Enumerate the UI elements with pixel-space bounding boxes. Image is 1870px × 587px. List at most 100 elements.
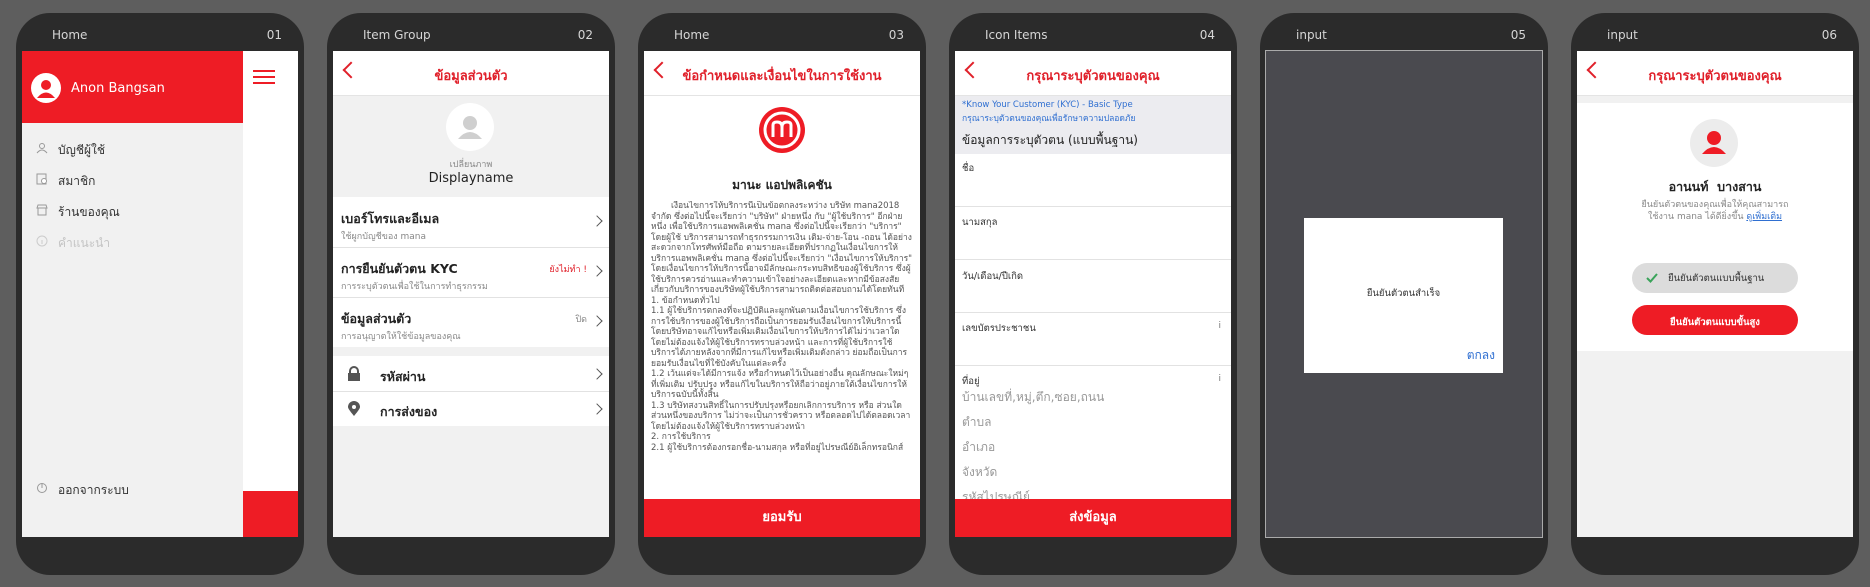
avatar [1690,119,1738,167]
field-label: วัน/เดือน/ปีเกิด [962,271,1024,282]
header: กรุณาระบุตัวตนของคุณ [955,51,1231,96]
field-label: เลขบัตรประชาชน [962,323,1036,334]
change-photo-link[interactable]: เปลี่ยนภาพ [333,157,609,171]
settings-row-phone-email[interactable]: เบอร์โทรและอีเมล ใช้ผูกบัญชีของ mana [333,197,609,247]
terms-paragraph: เงื่อนไขการให้บริการนี้เป็นข้อตกลงระหว่า… [651,201,913,295]
district-input[interactable]: อำเภอ [962,438,995,457]
store-icon [36,204,48,216]
page-title: กรุณาระบุตัวตนของคุณ [1648,69,1782,84]
drawer-item-label: บัญชีผู้ใช้ [58,143,106,157]
field-label: ที่อยู่ [962,376,980,387]
chevron-right-icon [591,315,603,327]
profile-avatar[interactable] [446,103,494,151]
settings-row-personal-info[interactable]: ข้อมูลส่วนตัว การอนุญาตให้ใช้ข้อมูลของคุ… [333,297,609,347]
chevron-right-icon [591,265,603,277]
province-input[interactable]: จังหวัด [962,463,997,482]
drawer-item-label: ร้านของคุณ [58,205,120,219]
phone-number: 01 [266,28,282,42]
logout-button[interactable]: ออกจากระบบ [36,479,226,499]
field-first-name[interactable]: ชื่อ [955,154,1231,207]
drawer-item-label: คำแนะนำ [58,236,111,250]
drawer-item-account[interactable]: บัญชีผู้ใช้ [36,139,226,159]
page-title: ข้อกำหนดและเงื่อนไขในการใช้งาน [682,69,882,84]
terms-body[interactable]: เงื่อนไขการให้บริการนี้เป็นข้อตกลงระหว่า… [651,201,913,493]
phone-frame-04: Icon Items 04 กรุณาระบุตัวตนของคุณ *Know… [949,13,1237,575]
phone-title: Home [674,28,710,42]
phone-frame-01: Home 01 Anon Bangsan บัญชีผู้ใช้ สมาชิก … [16,13,304,575]
settings-group-1: เบอร์โทรและอีเมล ใช้ผูกบัญชีของ mana การ… [333,197,609,347]
phone-title: input [1296,28,1327,42]
advanced-kyc-button[interactable]: ยืนยันตัวตนแบบขั้นสูง [1632,305,1798,335]
row-subtitle: การระบุตัวตนเพื่อใช้ในการทำธุรกรรม [341,282,488,292]
phone-number: 04 [1199,28,1215,42]
chevron-right-icon [591,403,603,415]
button-label: ยืนยันตัวตนแบบพื้นฐาน [1668,273,1765,284]
settings-row-shipping[interactable]: การส่งของ [333,391,609,426]
hamburger-menu-icon[interactable] [253,70,275,86]
logout-label: ออกจากระบบ [58,483,129,497]
field-birth-date[interactable]: วัน/เดือน/ปีเกิด [955,260,1231,313]
display-name: Displayname [428,171,514,186]
terms-paragraph: 1.1 ผู้ใช้บริการตกลงที่จะปฏิบัติและผูกพั… [651,306,908,369]
drawer-item-shop[interactable]: ร้านของคุณ [36,201,226,221]
info-icon [36,235,48,247]
avatar[interactable] [31,73,61,103]
location-pin-icon [348,401,360,416]
subdistrict-input[interactable]: ตำบล [962,413,992,432]
section-title: ข้อมูลการระบุตัวตน (แบบพื้นฐาน) [962,133,1138,147]
chevron-right-icon [591,215,603,227]
chevron-right-icon [591,368,603,380]
user-icon [37,80,55,98]
settings-row-password[interactable]: รหัสผ่าน [333,356,609,391]
phone-title: Home [52,28,88,42]
user-name: Anon Bangsan [71,81,165,96]
accept-button[interactable]: ยอมรับ [644,499,920,537]
drawer-item-member[interactable]: สมาชิก [36,170,226,190]
field-id-number[interactable]: เลขบัตรประชาชน i [955,313,1231,366]
row-subtitle: ใช้ผูกบัญชีของ mana [341,232,427,242]
terms-paragraph: 1. ข้อกำหนดทั่วไป [651,295,720,306]
user-icon [458,116,482,139]
field-label: ชื่อ [962,163,975,174]
settings-group-2: รหัสผ่าน การส่งของ [333,356,609,426]
privacy-status: ปิด [575,315,587,325]
address-line-input[interactable]: บ้านเลขที่,หมู่,ตึก,ซอย,ถนน [962,388,1104,407]
row-title: การส่งของ [380,404,438,419]
kyc-info-box: *Know Your Customer (KYC) - Basic Type ก… [955,96,1231,154]
row-title: เบอร์โทรและอีเมล [341,211,440,226]
phone-title: Item Group [363,28,431,42]
header: กรุณาระบุตัวตนของคุณ [1577,51,1853,96]
settings-row-kyc[interactable]: การยืนยันตัวตน KYC การระบุตัวตนเพื่อใช้ใ… [333,247,609,297]
user-icon [1702,131,1726,154]
row-title: การยืนยันตัวตน KYC [341,261,458,276]
info-icon[interactable]: i [1218,321,1221,331]
row-title: รหัสผ่าน [380,369,426,384]
user-name: อานนท์ บางสาน [1668,179,1762,194]
submit-button[interactable]: ส่งข้อมูล [955,499,1231,537]
power-icon [37,483,47,493]
header: ข้อกำหนดและเงื่อนไขในการใช้งาน [644,51,920,96]
lock-icon [348,366,360,381]
underlay-red-bar [243,491,298,537]
drawer-item-guide[interactable]: คำแนะนำ [36,232,226,252]
kyc-card: อานนท์ บางสาน ยืนยันตัวตนของคุณเพื่อให้ค… [1577,103,1853,351]
ok-button[interactable]: ตกลง [1467,346,1495,365]
kyc-note: กรุณาระบุตัวตนของคุณเพื่อรักษาความปลอดภั… [962,114,1136,124]
mana-logo [759,107,805,153]
page-title: ข้อมูลส่วนตัว [434,69,508,84]
phone-frame-05: input 05 ยืนยันตัวตนสำเร็จ ตกลง [1260,13,1548,575]
drawer-header: Anon Bangsan [22,51,243,123]
info-icon[interactable]: i [1218,374,1221,384]
terms-paragraph: 1.3 บริษัทสงวนสิทธิ์ในการปรับปรุงหรือยกเ… [651,400,911,432]
phone-number: 06 [1821,28,1837,42]
person-icon [36,143,48,154]
see-more-link[interactable]: ดูเพิ่มเติม [1746,212,1782,222]
drawer-item-label: สมาชิก [58,174,96,188]
kyc-note: *Know Your Customer (KYC) - Basic Type [962,100,1133,110]
drawer: Anon Bangsan บัญชีผู้ใช้ สมาชิก ร้านของค… [22,51,243,537]
kyc-status: ยังไม่ทำ ! [549,265,587,275]
checkmark-icon [1646,273,1658,283]
app-name: มานะ แอปพลิเคชัน [732,178,832,192]
basic-kyc-button[interactable]: ยืนยันตัวตนแบบพื้นฐาน [1632,263,1798,293]
field-last-name[interactable]: นามสกุล [955,207,1231,260]
